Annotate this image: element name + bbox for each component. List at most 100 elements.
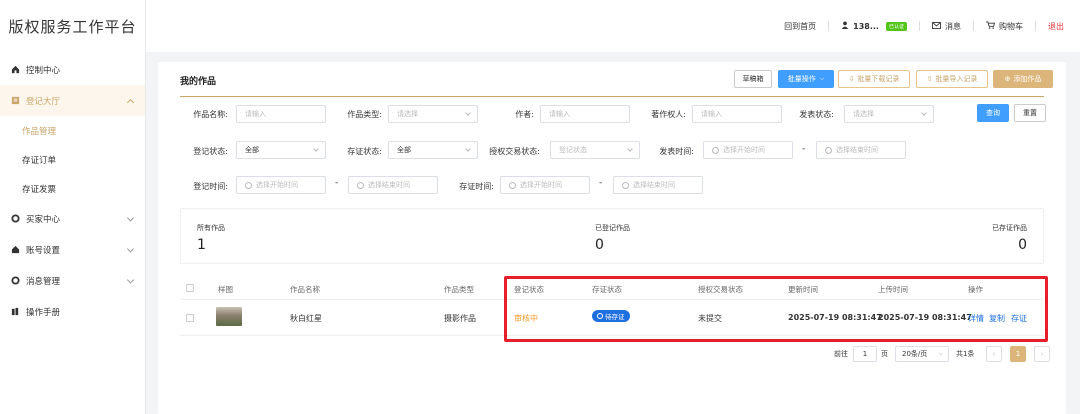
sidebar-item-label: 账号设置 — [26, 245, 61, 256]
evidence-link[interactable]: 存证 — [1011, 313, 1027, 324]
cart-link[interactable]: 购物车 — [986, 21, 1023, 32]
messages-label: 消息 — [945, 21, 961, 31]
batch-download-button[interactable]: ⇩ 批量下载记录 — [838, 70, 910, 88]
select-all-checkbox[interactable] — [186, 284, 194, 292]
divider — [180, 96, 1044, 97]
copyright-owner-label: 著作权人: — [651, 110, 686, 119]
batch-download-label: 批量下载记录 — [857, 75, 900, 83]
end-placeholder: 选择结束时间 — [836, 146, 878, 154]
work-thumbnail[interactable] — [216, 307, 242, 326]
next-page-button[interactable]: › — [1034, 346, 1050, 362]
publish-time-start[interactable]: 选择开始时间 — [703, 141, 793, 159]
page-jump-input[interactable]: 1 — [853, 346, 877, 362]
home-icon — [10, 65, 20, 75]
trade-status-select[interactable]: 登记状态 — [550, 141, 640, 159]
batch-import-label: 批量导入记录 — [935, 75, 978, 83]
drafts-button[interactable]: 草稿箱 — [734, 70, 772, 88]
page-title: 我的作品 — [180, 77, 217, 87]
reg-time-start[interactable]: 选择开始时间 — [236, 176, 326, 194]
chevron-down-icon: ⌵ — [938, 350, 943, 357]
author-label: 作者: — [515, 110, 534, 119]
work-type-select[interactable]: 请选择 — [388, 105, 478, 123]
evi-status-label: 存证状态: — [347, 147, 382, 156]
publish-status-select[interactable]: 请选择 — [844, 105, 934, 123]
sidebar-item-evidence-invoice[interactable]: 存证发票 — [0, 174, 145, 203]
logout-link[interactable]: 退出 — [1048, 21, 1064, 32]
chevron-down-icon — [465, 110, 471, 116]
sidebar-item-account-settings[interactable]: 账号设置 — [0, 234, 145, 265]
stat-value: 0 — [595, 237, 604, 253]
chevron-down-icon — [126, 275, 135, 284]
page-button-current[interactable]: 1 — [1010, 346, 1026, 362]
batch-import-button[interactable]: ⇧ 批量导入记录 — [916, 70, 988, 88]
col-header: 作品类型 — [444, 285, 474, 294]
evi-time-end[interactable]: 选择结束时间 — [613, 176, 703, 194]
reset-button[interactable]: 重置 — [1014, 104, 1046, 122]
user-menu[interactable]: 138... 已认证 — [841, 21, 907, 31]
copy-link[interactable]: 复制 — [989, 313, 1005, 324]
sidebar-item-manual[interactable]: 操作手册 — [0, 296, 145, 327]
range-dash: - — [335, 178, 339, 188]
trade-status-placeholder: 登记状态 — [559, 146, 587, 154]
page-size-select[interactable]: 20条/页 ⌵ — [895, 346, 949, 362]
work-name: 秋白红星 — [290, 314, 322, 323]
publish-time-label: 发表时间: — [659, 147, 694, 156]
reg-status-select[interactable]: 全部 — [236, 141, 326, 159]
reg-time-label: 登记时间: — [193, 182, 228, 191]
clock-icon — [825, 146, 832, 154]
sidebar-item-works-manage[interactable]: 作品管理 — [0, 116, 145, 145]
sidebar-item-register-hall[interactable]: 登记大厅 — [0, 85, 145, 116]
reg-time-end[interactable]: 选择结束时间 — [348, 176, 438, 194]
chevron-down-icon — [313, 146, 319, 152]
divider — [919, 21, 920, 31]
prev-page-button[interactable]: ‹ — [986, 346, 1002, 362]
chevron-up-icon — [126, 98, 135, 106]
clock-icon — [712, 146, 719, 154]
author-input[interactable]: 请输入 — [540, 105, 630, 123]
sidebar-item-control[interactable]: 控制中心 — [0, 54, 145, 85]
copyright-owner-input[interactable]: 请输入 — [692, 105, 782, 123]
evi-time-label: 存证时间: — [459, 182, 494, 191]
trade-status: 未提交 — [698, 314, 722, 323]
chevron-down-icon — [465, 146, 471, 152]
sidebar-item-buyer-center[interactable]: 买家中心 — [0, 203, 145, 234]
col-header: 更新时间 — [788, 285, 818, 294]
table-header: 样图 作品名称 作品类型 登记状态 存证状态 授权交易状态 更新时间 上传时间 … — [180, 278, 1044, 300]
reg-status-label: 登记状态: — [193, 147, 228, 156]
col-header: 作品名称 — [290, 285, 320, 294]
download-icon: ⇩ — [848, 75, 855, 83]
detail-link[interactable]: 详情 — [968, 313, 984, 324]
stat-label: 已登记作品 — [595, 224, 630, 232]
divider — [1035, 21, 1036, 31]
chevron-left-icon: ‹ — [992, 350, 996, 358]
messages-link[interactable]: 消息 — [932, 21, 961, 32]
clock-icon — [509, 181, 516, 189]
row-checkbox[interactable] — [186, 314, 194, 322]
clock-icon — [245, 181, 252, 189]
user-phone: 138... — [853, 21, 879, 31]
end-placeholder: 选择结束时间 — [633, 181, 675, 189]
verified-badge: 已认证 — [885, 21, 907, 31]
sidebar-item-label: 登记大厅 — [26, 96, 61, 107]
page-unit-label: 页 — [881, 350, 888, 358]
mail-icon — [932, 21, 941, 31]
work-type: 摄影作品 — [444, 314, 476, 323]
work-name-input[interactable]: 请输入 — [236, 105, 326, 123]
col-header: 上传时间 — [878, 285, 908, 294]
home-link[interactable]: 回到首页 — [784, 21, 816, 32]
query-button[interactable]: 查询 — [977, 104, 1009, 122]
col-header: 样图 — [218, 285, 233, 294]
sidebar-item-evidence-orders[interactable]: 存证订单 — [0, 145, 145, 174]
start-placeholder: 选择开始时间 — [723, 146, 765, 154]
evi-status-select[interactable]: 全部 — [388, 141, 478, 159]
evi-time-start[interactable]: 选择开始时间 — [500, 176, 590, 194]
publish-time-end[interactable]: 选择结束时间 — [816, 141, 906, 159]
book-icon — [10, 307, 20, 317]
start-placeholder: 选择开始时间 — [520, 181, 562, 189]
batch-ops-button[interactable]: 批量操作 ⌵ — [778, 70, 834, 88]
sidebar-item-message-manage[interactable]: 消息管理 — [0, 265, 145, 296]
work-type-placeholder: 请选择 — [397, 110, 418, 118]
work-type-label: 作品类型: — [347, 110, 382, 119]
chevron-down-icon — [126, 213, 135, 222]
add-work-button[interactable]: ⊕ 添加作品 — [993, 70, 1053, 88]
